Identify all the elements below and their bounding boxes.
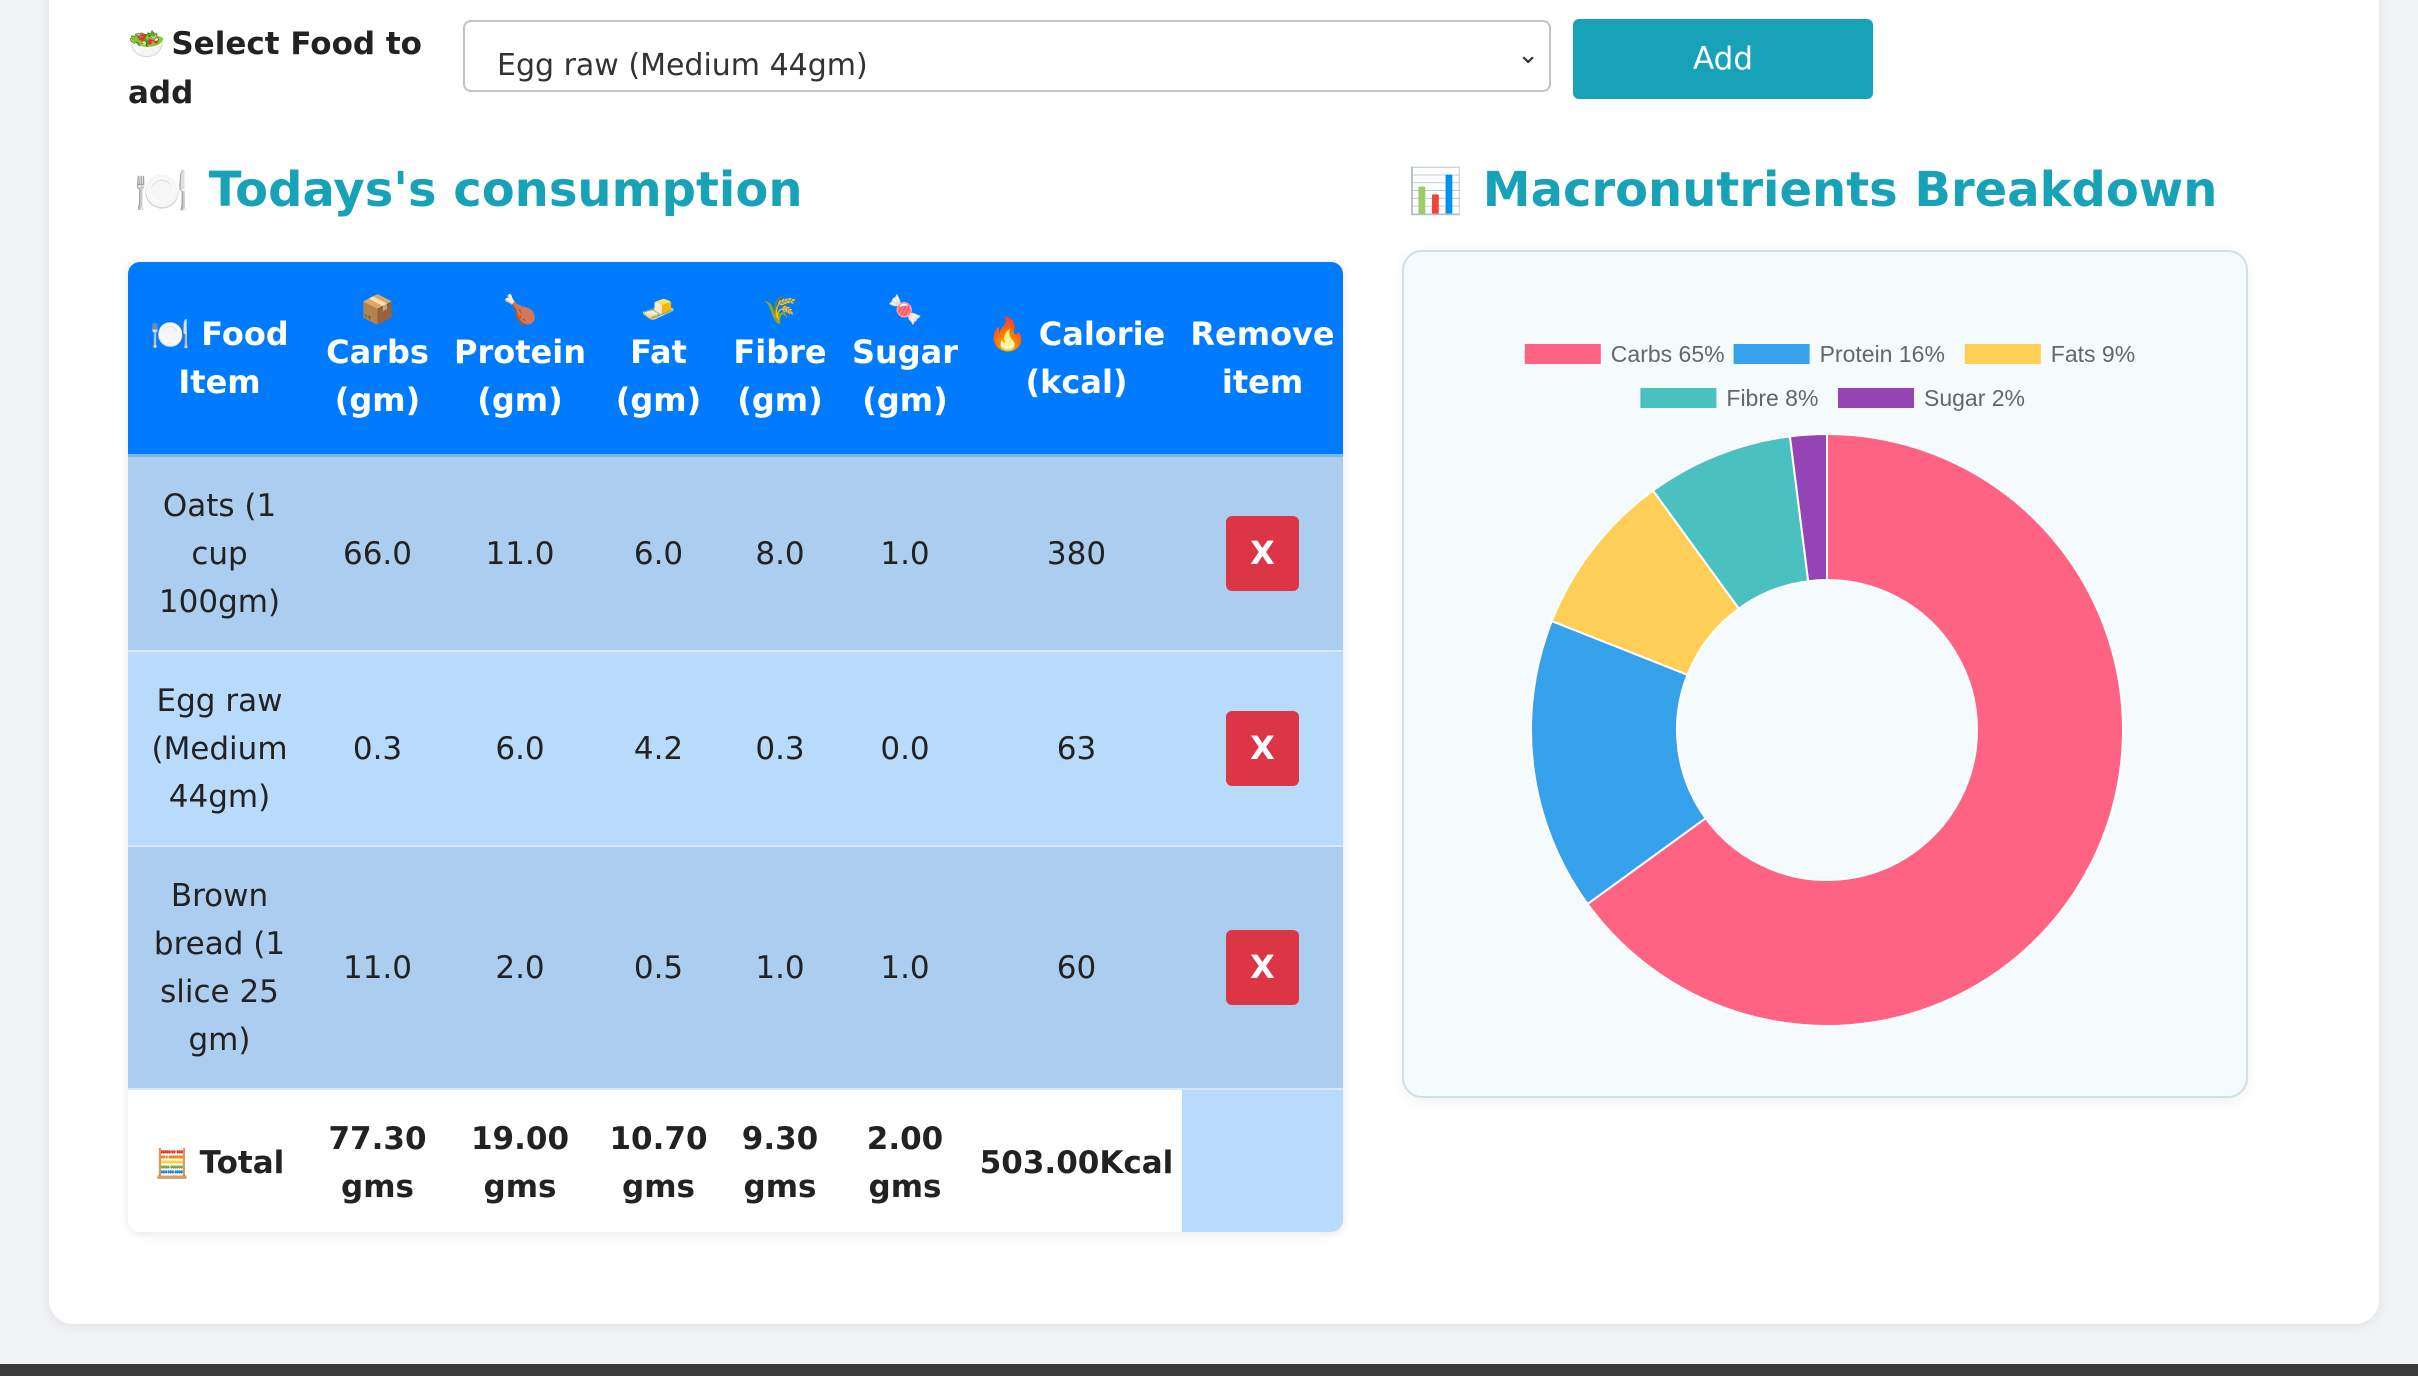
column-header-carbs: 📦 Carbs (gm) xyxy=(311,262,444,457)
table-header-row: 🍽️ Food Item 📦 Carbs (gm) 🍗 Protein (gm) 🧈… xyxy=(128,262,1343,457)
food-cell: Brown bread (1 slice 25 gm) xyxy=(128,846,311,1090)
plate-icon: 🍽️ xyxy=(150,315,191,353)
abacus-icon: 🧮 xyxy=(154,1146,190,1180)
bottom-bar xyxy=(0,1364,2418,1376)
column-header-sugar: 🍬 Sugar (gm) xyxy=(839,262,971,457)
carbs-cell: 11.0 xyxy=(311,846,444,1090)
total-carbs: 77.30 gms xyxy=(311,1089,444,1232)
total-label-cell: 🧮 Total xyxy=(128,1089,311,1232)
food-select[interactable]: Egg raw (Medium 44gm) ⌄ xyxy=(463,20,1551,92)
sugar-cell: 1.0 xyxy=(839,846,971,1090)
salad-icon: 🥗 xyxy=(128,27,166,62)
candy-icon: 🍬 xyxy=(887,293,923,326)
total-row: 🧮 Total 77.30 gms 19.00 gms 10.70 gms 9.3… xyxy=(128,1089,1343,1232)
select-food-label-text: Select Food to add xyxy=(128,26,422,111)
protein-cell: 11.0 xyxy=(444,455,596,652)
legend-label-2[interactable]: Fats 9% xyxy=(2051,341,2135,367)
fire-icon: 🔥 xyxy=(987,315,1028,353)
remove-cell: X xyxy=(1182,651,1343,847)
macros-doughnut-chart: Carbs 65% Protein 16% Fats 9% Fibre 8% Sugar… xyxy=(1524,341,2135,1027)
protein-cell: 2.0 xyxy=(444,846,596,1090)
food-select-value: Egg raw (Medium 44gm) xyxy=(497,48,868,83)
total-calorie: 503.00Kcal xyxy=(971,1089,1182,1232)
legend-swatch-2[interactable] xyxy=(1964,344,2041,364)
consumption-title-text: Todays's consumption xyxy=(208,162,803,218)
fat-cell: 6.0 xyxy=(596,455,721,652)
fat-cell: 0.5 xyxy=(596,846,721,1090)
table-row: Brown bread (1 slice 25 gm) 11.0 2.0 0.5… xyxy=(128,846,1343,1090)
legend-swatch-4[interactable] xyxy=(1838,388,1914,408)
macros-chart-card: Carbs 65% Protein 16% Fats 9% Fibre 8% Sugar… xyxy=(1402,250,2248,1098)
legend-label-3[interactable]: Fibre 8% xyxy=(1726,385,1818,411)
wheat-icon: 🌾 xyxy=(762,293,798,326)
add-button[interactable]: Add xyxy=(1573,19,1873,99)
calorie-cell: 380 xyxy=(971,455,1182,652)
total-fibre: 9.30 gms xyxy=(721,1089,839,1232)
legend-label-0[interactable]: Carbs 65% xyxy=(1611,341,1725,367)
macros-title-text: Macronutrients Breakdown xyxy=(1482,162,2218,218)
table-row: Oats (1 cup 100gm) 66.0 11.0 6.0 8.0 1.0… xyxy=(128,455,1343,652)
remove-cell: X xyxy=(1182,846,1343,1090)
sugar-cell: 0.0 xyxy=(839,651,971,847)
column-header-fibre: 🌾 Fibre (gm) xyxy=(721,262,839,457)
column-header-remove: Remove item xyxy=(1182,262,1343,457)
carbs-cell: 66.0 xyxy=(311,455,444,652)
drumstick-icon: 🍗 xyxy=(502,293,538,326)
macros-title: 📊 Macronutrients Breakdown xyxy=(1408,162,2217,218)
legend-label-1[interactable]: Protein 16% xyxy=(1820,341,1945,367)
remove-item-button[interactable]: X xyxy=(1226,516,1299,591)
food-cell: Oats (1 cup 100gm) xyxy=(128,455,311,652)
fibre-cell: 1.0 xyxy=(721,846,839,1090)
carbs-cell: 0.3 xyxy=(311,651,444,847)
bar-chart-icon: 📊 xyxy=(1408,166,1463,217)
remove-item-button[interactable]: X xyxy=(1226,711,1299,786)
total-sugar: 2.00 gms xyxy=(839,1089,971,1232)
protein-cell: 6.0 xyxy=(444,651,596,847)
fat-cell: 4.2 xyxy=(596,651,721,847)
select-food-label: 🥗 Select Food to add xyxy=(128,20,428,117)
legend-swatch-3[interactable] xyxy=(1640,388,1717,408)
column-header-fat: 🧈 Fat (gm) xyxy=(596,262,721,457)
legend-swatch-0[interactable] xyxy=(1524,344,1601,364)
legend-swatch-1[interactable] xyxy=(1733,344,1810,364)
food-cell: Egg raw (Medium 44gm) xyxy=(128,651,311,847)
consumption-table: 🍽️ Food Item 📦 Carbs (gm) 🍗 Protein (gm) 🧈… xyxy=(128,262,1343,1232)
total-protein: 19.00 gms xyxy=(444,1089,596,1232)
sugar-cell: 1.0 xyxy=(839,455,971,652)
butter-icon: 🧈 xyxy=(641,293,676,326)
consumption-title: 🍽️ Todays's consumption xyxy=(134,162,803,218)
chevron-down-icon: ⌄ xyxy=(1517,40,1539,70)
plate-icon: 🍽️ xyxy=(134,166,189,217)
column-header-food: 🍽️ Food Item xyxy=(128,262,311,457)
remove-item-button[interactable]: X xyxy=(1226,930,1299,1005)
table-row: Egg raw (Medium 44gm) 0.3 6.0 4.2 0.3 0.… xyxy=(128,651,1343,847)
fibre-cell: 8.0 xyxy=(721,455,839,652)
total-empty-cell xyxy=(1182,1089,1343,1232)
box-icon: 📦 xyxy=(360,293,395,326)
legend-label-4[interactable]: Sugar 2% xyxy=(1924,385,2025,411)
column-header-protein: 🍗 Protein (gm) xyxy=(444,262,596,457)
fibre-cell: 0.3 xyxy=(721,651,839,847)
calorie-cell: 63 xyxy=(971,651,1182,847)
total-fat: 10.70 gms xyxy=(596,1089,721,1232)
calorie-cell: 60 xyxy=(971,846,1182,1090)
column-header-calorie: 🔥 Calorie (kcal) xyxy=(971,262,1182,457)
remove-cell: X xyxy=(1182,455,1343,652)
